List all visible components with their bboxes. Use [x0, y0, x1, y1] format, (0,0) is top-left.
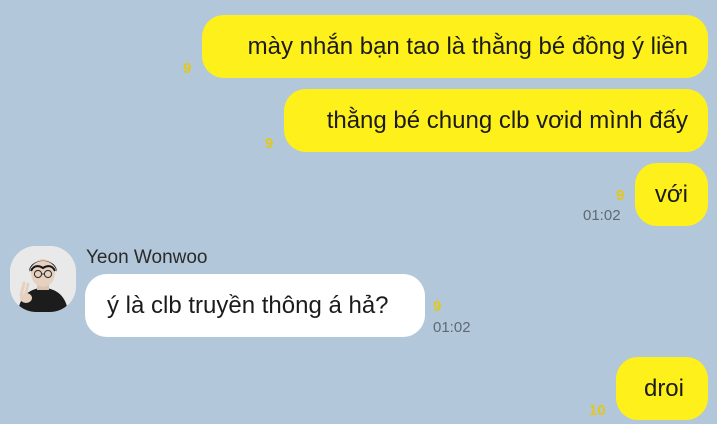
outgoing-message-bubble[interactable]: mày nhắn bạn tao là thằng bé đồng ý liền: [202, 15, 708, 78]
sender-name: Yeon Wonwoo: [86, 247, 208, 268]
message-text: thằng bé chung clb vơid mình đấy: [326, 106, 688, 134]
unread-count: 9: [616, 187, 625, 204]
message-text: ý là clb truyền thông á hả?: [107, 291, 389, 319]
outgoing-message-bubble[interactable]: với: [635, 163, 708, 226]
message-text: mày nhắn bạn tao là thằng bé đồng ý liền: [247, 32, 688, 60]
outgoing-message-bubble[interactable]: thằng bé chung clb vơid mình đấy: [284, 89, 708, 152]
unread-count: 10: [589, 402, 606, 419]
profile-photo-icon: [10, 246, 76, 312]
message-timestamp: 01:02: [583, 207, 621, 224]
unread-count: 9: [265, 135, 274, 152]
avatar[interactable]: [10, 246, 76, 312]
message-text: droi: [643, 374, 684, 402]
incoming-message-bubble[interactable]: ý là clb truyền thông á hả?: [85, 274, 425, 337]
unread-count: 9: [183, 60, 192, 77]
message-timestamp: 01:02: [433, 319, 471, 336]
unread-count: 9: [433, 298, 442, 315]
outgoing-message-bubble[interactable]: droi: [616, 357, 708, 420]
message-text: với: [654, 180, 688, 208]
